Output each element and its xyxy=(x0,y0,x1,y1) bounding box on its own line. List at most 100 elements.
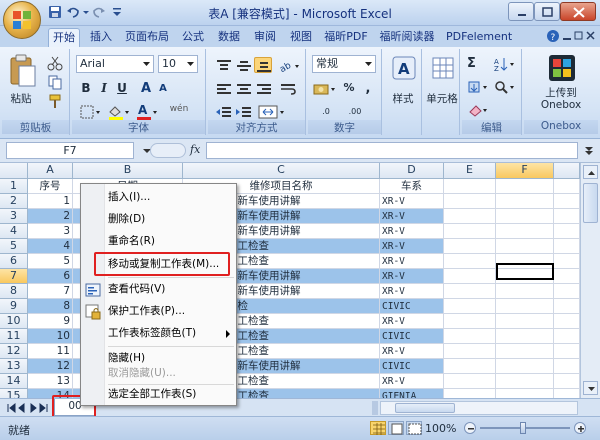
find-select-icon[interactable] xyxy=(492,78,516,94)
empty-cell[interactable] xyxy=(444,269,496,284)
empty-cell[interactable] xyxy=(554,194,580,209)
cell-seq[interactable]: 7 xyxy=(28,284,73,299)
restore-button[interactable] xyxy=(534,2,560,21)
percent-style-button[interactable]: % xyxy=(340,80,358,96)
empty-cell[interactable] xyxy=(554,284,580,299)
scroll-down-icon[interactable] xyxy=(583,381,598,395)
cell-d[interactable]: CIVIC xyxy=(380,359,444,374)
vertical-scrollbar[interactable] xyxy=(580,163,600,398)
row-header[interactable]: 13 xyxy=(0,359,28,374)
empty-cell[interactable] xyxy=(554,209,580,224)
cell-e1[interactable] xyxy=(444,179,496,194)
select-all-corner[interactable] xyxy=(0,163,28,179)
zoom-slider-thumb[interactable] xyxy=(520,422,526,434)
zoom-level[interactable]: 100% xyxy=(425,422,456,435)
cell-seq[interactable]: 10 xyxy=(28,329,73,344)
cell-g1[interactable] xyxy=(554,179,580,194)
zoom-out-icon[interactable] xyxy=(464,422,476,434)
empty-cell[interactable] xyxy=(444,209,496,224)
normal-view-icon[interactable] xyxy=(370,421,386,435)
font-color-button[interactable]: A xyxy=(134,103,158,120)
empty-cell[interactable] xyxy=(496,314,554,329)
merge-center-icon[interactable] xyxy=(256,103,286,119)
cell-d1[interactable]: 车系 xyxy=(380,179,444,194)
sort-filter-icon[interactable]: AZ xyxy=(492,55,516,72)
cell-seq[interactable]: 8 xyxy=(28,299,73,314)
column-header-f[interactable]: F xyxy=(496,163,554,179)
empty-cell[interactable] xyxy=(444,329,496,344)
empty-cell[interactable] xyxy=(496,389,554,398)
tab-formulas[interactable]: 公式 xyxy=(178,28,208,47)
fill-icon[interactable] xyxy=(466,78,492,94)
align-center-icon[interactable] xyxy=(234,80,252,96)
cell-seq[interactable]: 12 xyxy=(28,359,73,374)
align-left-icon[interactable] xyxy=(214,80,232,96)
cell-f1[interactable] xyxy=(496,179,554,194)
empty-cell[interactable] xyxy=(444,359,496,374)
empty-cell[interactable] xyxy=(554,269,580,284)
column-header-g[interactable] xyxy=(554,163,580,179)
tab-pdfelement[interactable]: PDFelement xyxy=(446,28,512,47)
empty-cell[interactable] xyxy=(444,344,496,359)
cell-d[interactable]: XR-V xyxy=(380,254,444,269)
empty-cell[interactable] xyxy=(496,284,554,299)
empty-cell[interactable] xyxy=(496,224,554,239)
borders-icon[interactable] xyxy=(78,103,100,119)
row-header[interactable]: 1 xyxy=(0,179,28,194)
empty-cell[interactable] xyxy=(444,299,496,314)
format-painter-icon[interactable] xyxy=(46,92,62,108)
cell-d[interactable]: GIENIA xyxy=(380,389,444,398)
cell-seq[interactable]: 13 xyxy=(28,374,73,389)
row-header[interactable]: 12 xyxy=(0,344,28,359)
cell-seq[interactable]: 5 xyxy=(28,254,73,269)
menu-item-rename[interactable]: 重命名(R) xyxy=(81,231,236,252)
tab-split-handle[interactable] xyxy=(372,401,378,415)
row-header[interactable]: 11 xyxy=(0,329,28,344)
empty-cell[interactable] xyxy=(444,239,496,254)
row-header[interactable]: 4 xyxy=(0,224,28,239)
tab-page-layout[interactable]: 页面布局 xyxy=(122,28,172,47)
row-header[interactable]: 9 xyxy=(0,299,28,314)
wrap-text-icon[interactable] xyxy=(278,80,296,96)
upload-onebox-button[interactable] xyxy=(546,52,576,82)
orientation-icon[interactable]: ab xyxy=(276,57,300,74)
row-header[interactable]: 5 xyxy=(0,239,28,254)
empty-cell[interactable] xyxy=(554,389,580,398)
cell-d[interactable]: XR-V xyxy=(380,374,444,389)
empty-cell[interactable] xyxy=(496,194,554,209)
empty-cell[interactable] xyxy=(444,224,496,239)
formula-bar-handle[interactable] xyxy=(150,143,186,158)
empty-cell[interactable] xyxy=(444,374,496,389)
empty-cell[interactable] xyxy=(496,239,554,254)
cell-seq[interactable]: 9 xyxy=(28,314,73,329)
empty-cell[interactable] xyxy=(554,224,580,239)
increase-decimal-button[interactable]: .0 xyxy=(314,103,338,119)
font-size-select[interactable]: 10 xyxy=(158,55,198,73)
cell-d[interactable]: XR-V xyxy=(380,269,444,284)
row-header[interactable]: 6 xyxy=(0,254,28,269)
empty-cell[interactable] xyxy=(554,329,580,344)
menu-item-insert[interactable]: 插入(I)... xyxy=(81,187,236,208)
cell-d[interactable]: CIVIC xyxy=(380,299,444,314)
column-header-d[interactable]: D xyxy=(380,163,444,179)
column-header-c[interactable]: C xyxy=(183,163,380,179)
italic-button[interactable]: I xyxy=(96,80,112,98)
empty-cell[interactable] xyxy=(496,299,554,314)
tab-home[interactable]: 开始 xyxy=(48,28,80,47)
cell-a1[interactable]: 序号 xyxy=(28,179,73,194)
empty-cell[interactable] xyxy=(554,374,580,389)
align-bottom-icon[interactable] xyxy=(254,57,272,73)
cell-d[interactable]: XR-V xyxy=(380,209,444,224)
tab-insert[interactable]: 插入 xyxy=(86,28,116,47)
empty-cell[interactable] xyxy=(496,329,554,344)
phonetic-guide-button[interactable]: wén xyxy=(162,103,196,119)
column-header-a[interactable]: A xyxy=(28,163,73,179)
cell-seq[interactable]: 2 xyxy=(28,209,73,224)
help-icon[interactable]: ? xyxy=(546,29,560,43)
cell-d[interactable]: CIVIC xyxy=(380,329,444,344)
empty-cell[interactable] xyxy=(554,299,580,314)
autosum-button[interactable]: Σ xyxy=(466,55,492,71)
cell-seq[interactable]: 1 xyxy=(28,194,73,209)
increase-indent-icon[interactable] xyxy=(234,103,252,119)
number-format-select[interactable]: 常规 xyxy=(312,55,376,73)
